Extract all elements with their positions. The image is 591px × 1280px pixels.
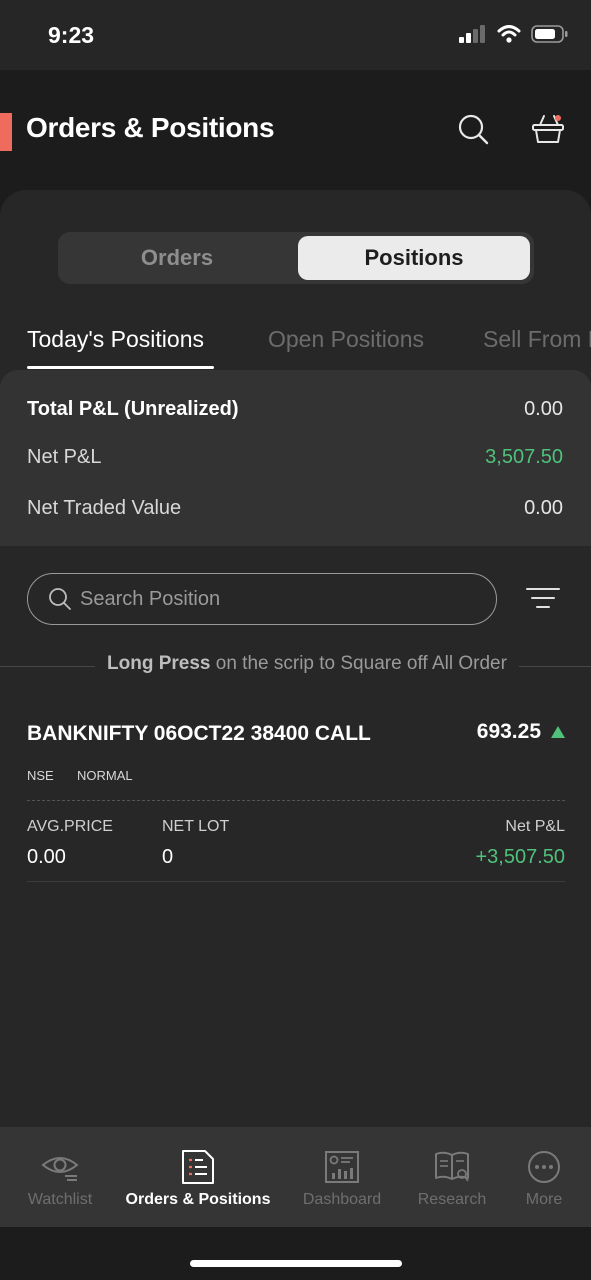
nav-research[interactable]: Research: [414, 1127, 490, 1227]
net-traded-value-label: Net Traded Value: [27, 497, 182, 519]
status-time: 9:23: [48, 22, 95, 48]
position-product: NORMAL: [77, 768, 133, 783]
status-bar: 9:23: [0, 0, 591, 70]
header-accent-bar: [0, 113, 12, 151]
nav-dashboard-label: Dashboard: [302, 1191, 382, 1208]
home-indicator-area: [0, 1227, 591, 1280]
net-lot-value: 0: [162, 846, 174, 868]
avg-price-label: AVG.PRICE: [27, 818, 113, 835]
search-position-box[interactable]: [27, 573, 497, 625]
search-icon: [49, 588, 71, 610]
square-off-hint: Long Press on the scrip to Square off Al…: [95, 653, 519, 675]
tab-open-positions[interactable]: Open Positions: [268, 326, 424, 353]
position-bottom-divider: [27, 881, 565, 882]
bottom-nav: Watchlist Orders & Positions Dashboard R…: [0, 1127, 591, 1227]
basket-icon[interactable]: [530, 112, 566, 146]
total-pnl-row: Total P&L (Unrealized) 0.00: [27, 398, 563, 421]
filter-icon[interactable]: [526, 586, 560, 610]
wifi-icon: [497, 25, 521, 43]
positions-subtabs: Today's Positions Open Positions Sell Fr…: [0, 320, 591, 370]
net-pnl-row: Net P&L 3,507.50: [27, 446, 563, 469]
nav-watchlist-label: Watchlist: [27, 1191, 93, 1208]
battery-icon: [531, 25, 568, 43]
position-ltp: 693.25: [476, 720, 541, 743]
nav-research-label: Research: [417, 1191, 487, 1208]
net-traded-value-row: Net Traded Value 0.00: [27, 497, 563, 520]
price-up-arrow-icon: [551, 726, 565, 738]
active-tab-underline: [27, 366, 214, 369]
search-icon[interactable]: [456, 112, 490, 146]
position-net-pnl-label: Net P&L: [505, 818, 565, 835]
more-dots-icon: [528, 1151, 560, 1183]
nav-more-label: More: [525, 1191, 563, 1208]
segment-orders-button[interactable]: Orders: [62, 236, 292, 280]
total-pnl-value: 0.00: [524, 398, 563, 420]
nav-watchlist[interactable]: Watchlist: [22, 1127, 98, 1227]
eye-icon: [41, 1157, 79, 1181]
net-pnl-value: 3,507.50: [485, 446, 563, 468]
status-icons: [459, 24, 569, 44]
total-pnl-label: Total P&L (Unrealized): [27, 398, 239, 420]
search-position-input[interactable]: [80, 582, 480, 616]
segment-positions-button[interactable]: Positions: [298, 236, 530, 280]
net-lot-label: NET LOT: [162, 818, 230, 835]
hint-text: on the scrip to Square off All Order: [215, 653, 507, 674]
position-symbol: BANKNIFTY 06OCT22 38400 CALL: [27, 722, 371, 745]
orders-list-icon: [182, 1150, 214, 1184]
net-traded-value: 0.00: [524, 497, 563, 519]
position-net-pnl-value: +3,507.50: [475, 846, 565, 868]
position-item[interactable]: BANKNIFTY 06OCT22 38400 CALL 693.25 NSE …: [27, 710, 565, 882]
main-panel: Orders Positions Today's Positions Open …: [0, 190, 591, 1127]
pnl-summary-card: Total P&L (Unrealized) 0.00 Net P&L 3,50…: [0, 370, 591, 546]
nav-dashboard[interactable]: Dashboard: [300, 1127, 384, 1227]
research-book-icon: [435, 1151, 469, 1182]
home-indicator[interactable]: [190, 1260, 402, 1267]
position-exchange: NSE: [27, 768, 54, 783]
nav-more[interactable]: More: [514, 1127, 574, 1227]
position-divider: [27, 800, 565, 801]
tab-todays-positions[interactable]: Today's Positions: [27, 326, 204, 353]
hint-bold-text: Long Press: [107, 653, 211, 674]
nav-orders-positions[interactable]: Orders & Positions: [125, 1127, 271, 1227]
page-title: Orders & Positions: [26, 112, 275, 143]
orders-positions-segment: Orders Positions: [58, 232, 534, 284]
dashboard-icon: [325, 1151, 359, 1183]
tab-sell-from-holdings[interactable]: Sell From Holdings: [483, 326, 591, 353]
net-pnl-label: Net P&L: [27, 446, 102, 468]
app-header: Orders & Positions: [0, 70, 591, 190]
nav-orders-positions-label: Orders & Positions: [125, 1191, 271, 1208]
avg-price-value: 0.00: [27, 846, 66, 868]
cellular-signal-icon: [459, 25, 485, 43]
